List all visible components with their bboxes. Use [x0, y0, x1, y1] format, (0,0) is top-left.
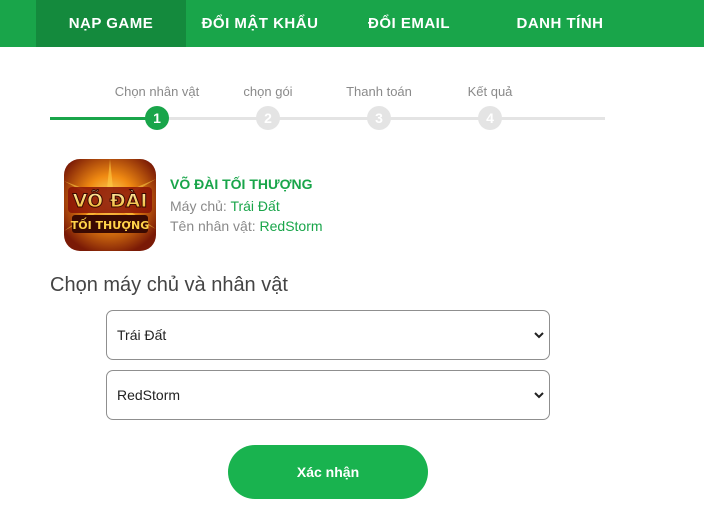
server-info-value: Trái Đất — [230, 198, 280, 214]
progress-stepper: Chọn nhân vật chọn gói Thanh toán Kết qu… — [0, 70, 704, 140]
chevron-down-icon — [534, 392, 544, 399]
tab-danh-tinh[interactable]: DANH TÍNH — [484, 0, 636, 47]
game-logo: VÕ ĐÀI TỐI THƯỢNG — [64, 159, 156, 251]
step-2-label: chọn gói — [243, 84, 293, 99]
chevron-down-icon — [534, 332, 544, 339]
server-select[interactable]: Trái Đất — [106, 310, 550, 360]
server-info-label: Máy chủ: — [170, 198, 227, 214]
character-select-value: RedStorm — [117, 387, 181, 403]
confirm-button[interactable]: Xác nhận — [228, 445, 428, 499]
character-info-value: RedStorm — [259, 218, 323, 234]
game-title: VÕ ĐÀI TỐI THƯỢNG — [170, 176, 313, 192]
character-info-label: Tên nhân vật: — [170, 218, 256, 234]
tab-doi-mat-khau[interactable]: ĐỔI MẬT KHẨU — [186, 0, 334, 47]
character-info: Tên nhân vật: RedStorm — [170, 218, 323, 234]
tab-doi-email[interactable]: ĐỔI EMAIL — [334, 0, 484, 47]
stepper-track-progress — [50, 117, 157, 120]
step-4-circle: 4 — [478, 106, 502, 130]
step-3-circle: 3 — [367, 106, 391, 130]
step-1-circle: 1 — [145, 106, 169, 130]
tab-nap-game[interactable]: NẠP GAME — [36, 0, 186, 47]
server-info: Máy chủ: Trái Đất — [170, 198, 280, 214]
server-select-value: Trái Đất — [117, 327, 167, 343]
step-3-label: Thanh toán — [346, 84, 412, 99]
section-title: Chọn máy chủ và nhân vật — [50, 274, 288, 296]
step-2-circle: 2 — [256, 106, 280, 130]
step-4-label: Kết quả — [467, 84, 513, 99]
svg-text:VÕ ĐÀI: VÕ ĐÀI — [73, 188, 148, 212]
character-select[interactable]: RedStorm — [106, 370, 550, 420]
top-nav: NẠP GAME ĐỔI MẬT KHẨU ĐỔI EMAIL DANH TÍN… — [0, 0, 704, 47]
step-1-label: Chọn nhân vật — [114, 84, 200, 99]
svg-text:TỐI THƯỢNG: TỐI THƯỢNG — [71, 217, 150, 232]
